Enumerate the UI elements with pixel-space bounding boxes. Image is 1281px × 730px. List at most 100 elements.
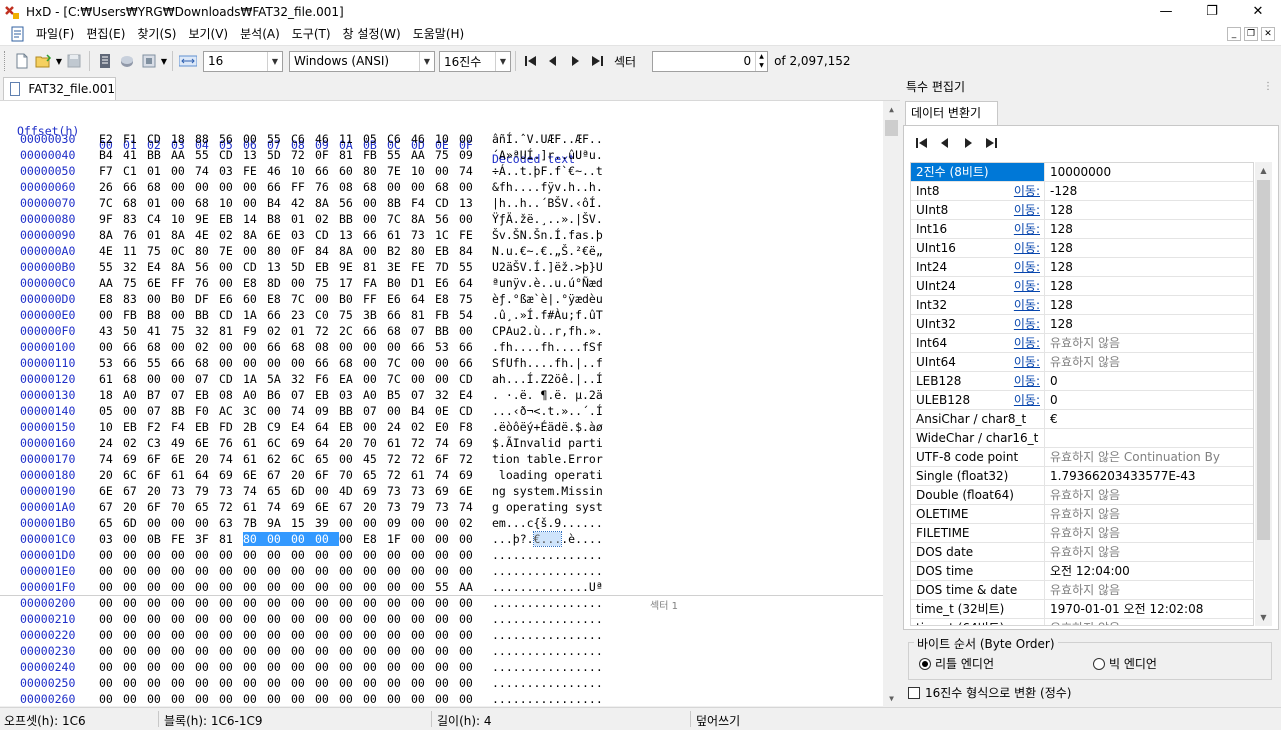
prev-icon[interactable]: [937, 134, 952, 152]
mdi-restore-button[interactable]: ❐: [1244, 27, 1258, 41]
row-decoded-text[interactable]: ................: [492, 596, 603, 610]
mdi-close-button[interactable]: ✕: [1261, 27, 1275, 41]
sector-spinner[interactable]: ▲ ▼: [755, 51, 767, 71]
row-decoded-text[interactable]: ah...Í.Z2öê.|..Í: [492, 372, 603, 386]
inspector-row[interactable]: WideChar / char16_t: [911, 429, 1253, 448]
row-decoded-text[interactable]: |h..h..´BŠV.‹ôÍ.: [492, 196, 603, 210]
toolbar-grip[interactable]: [4, 51, 7, 71]
prev-sector-icon[interactable]: [542, 50, 564, 72]
inspector-value[interactable]: 1970-01-01 오전 12:02:08: [1045, 600, 1253, 618]
row-decoded-text[interactable]: ................: [492, 612, 603, 626]
goto-link[interactable]: 이동:: [1014, 182, 1040, 200]
row-hex-bytes[interactable]: 55 32 E4 8A 56 00 CD 13 5D EB 9E 81 3E FE 7D 55: [99, 260, 483, 274]
chevron-down-icon[interactable]: ▼: [419, 51, 434, 71]
inspector-value[interactable]: 유효하지 않음: [1045, 543, 1253, 561]
inspector-value[interactable]: 유효하지 않음: [1045, 505, 1253, 523]
inspector-row[interactable]: 2진수 (8비트) 10000000: [911, 163, 1253, 182]
row-decoded-text[interactable]: Šv.ŠN.Šn.Í.fas.þ: [492, 228, 603, 242]
goto-link[interactable]: 이동:: [1014, 372, 1040, 390]
inspector-value[interactable]: €: [1045, 410, 1253, 428]
menu-search[interactable]: 찾기(S): [131, 23, 182, 46]
inspector-value[interactable]: 10000000: [1045, 163, 1253, 181]
inspector-row[interactable]: UInt8 이동: 128: [911, 201, 1253, 220]
inspector-value[interactable]: [1045, 429, 1253, 447]
row-decoded-text[interactable]: .ëòôëý+Éädë.$.àø: [492, 420, 603, 434]
hex-editor[interactable]: Offset(h) 00 01 02 03 04 05 06 07 08 09 0A 0B 0C 0D 0E…: [0, 100, 900, 707]
row-hex-bytes[interactable]: 00 00 00 00 00 00 00 00 00 00 00 00 00 00 00 00: [99, 628, 483, 642]
inspector-row[interactable]: Int8 이동: -128: [911, 182, 1253, 201]
inspector-row[interactable]: UInt24 이동: 128: [911, 277, 1253, 296]
inspector-row[interactable]: AnsiChar / char8_t €: [911, 410, 1253, 429]
row-decoded-text[interactable]: ................: [492, 564, 603, 578]
scroll-up-icon[interactable]: ▲: [1255, 162, 1272, 179]
row-decoded-text[interactable]: .û¸.»Í.f#Àu;f.ûT: [492, 308, 603, 322]
row-hex-bytes[interactable]: 8A 76 01 8A 4E 02 8A 6E 03 CD 13 66 61 73 1C FE: [99, 228, 483, 242]
inspector-value[interactable]: 유효하지 않은 Continuation By: [1045, 448, 1253, 466]
row-decoded-text[interactable]: g operating syst: [492, 500, 603, 514]
row-hex-bytes[interactable]: 53 66 55 66 68 00 00 00 00 66 68 00 7C 00 00 66: [99, 356, 483, 370]
row-decoded-text[interactable]: . ·.ë. ¶.ë. µ.2ä: [492, 388, 603, 402]
checkbox-icon[interactable]: [908, 686, 920, 699]
big-endian-radio[interactable]: 빅 엔디언: [1093, 655, 1157, 672]
inspector-row[interactable]: DOS time & date 유효하지 않음: [911, 581, 1253, 600]
disk-icon[interactable]: [116, 50, 138, 72]
goto-link[interactable]: 이동:: [1014, 353, 1040, 371]
next-sector-icon[interactable]: [564, 50, 586, 72]
row-hex-bytes[interactable]: AA 75 6E FF 76 00 E8 8D 00 75 17 FA B0 D1 E6 64: [99, 276, 483, 290]
minimize-button[interactable]: —: [1143, 0, 1189, 23]
row-decoded-text[interactable]: âñÍ.ˆV.UÆF..ÆF..: [492, 132, 603, 146]
row-decoded-text[interactable]: ÷Á..t.þF.f`€~..t: [492, 164, 603, 178]
inspector-row[interactable]: Double (float64) 유효하지 않음: [911, 486, 1253, 505]
goto-link[interactable]: 이동:: [1014, 239, 1040, 257]
last-sector-icon[interactable]: [586, 50, 608, 72]
hex-vertical-scrollbar[interactable]: ▲ ▼: [883, 101, 900, 707]
inspector-row[interactable]: LEB128 이동: 0: [911, 372, 1253, 391]
close-button[interactable]: ✕: [1235, 0, 1281, 23]
row-hex-bytes[interactable]: B4 41 BB AA 55 CD 13 5D 72 0F 81 FB 55 AA 75 09: [99, 148, 483, 162]
row-hex-bytes[interactable]: 00 00 00 00 00 00 00 00 00 00 00 00 00 00 00 00: [99, 548, 483, 562]
menu-view[interactable]: 보기(V): [182, 23, 234, 46]
tab-fat32-file[interactable]: FAT32_file.001: [3, 77, 116, 100]
next-icon[interactable]: [960, 134, 975, 152]
menu-window[interactable]: 창 설정(W): [337, 23, 407, 46]
little-endian-radio[interactable]: 리틀 엔디언: [919, 655, 994, 672]
inspector-value[interactable]: 유효하지 않음: [1045, 353, 1253, 371]
memory-dropdown-icon[interactable]: ▼: [160, 50, 168, 72]
row-hex-bytes[interactable]: 26 66 68 00 00 00 00 66 FF 76 08 68 00 00 68 00: [99, 180, 483, 194]
row-decoded-text[interactable]: ................: [492, 692, 603, 706]
row-hex-bytes[interactable]: 24 02 C3 49 6E 76 61 6C 69 64 20 70 61 72 74 69: [99, 436, 483, 450]
inspector-value[interactable]: 128: [1045, 258, 1253, 276]
menu-file[interactable]: 파일(F): [30, 23, 80, 46]
row-hex-bytes[interactable]: 67 20 6F 70 65 72 61 74 69 6E 67 20 73 79 73 74: [99, 500, 483, 514]
goto-link[interactable]: 이동:: [1014, 201, 1040, 219]
panel-grip[interactable]: ⋮: [1263, 76, 1273, 98]
row-decoded-text[interactable]: tion table.Error: [492, 452, 603, 466]
row-decoded-text[interactable]: ................: [492, 628, 603, 642]
inspector-row[interactable]: Int24 이동: 128: [911, 258, 1253, 277]
open-dropdown-icon[interactable]: ▼: [55, 50, 63, 72]
inspector-value[interactable]: 유효하지 않음: [1045, 486, 1253, 504]
last-icon[interactable]: [983, 134, 998, 152]
save-icon[interactable]: [63, 50, 85, 72]
inspector-value[interactable]: 128: [1045, 239, 1253, 257]
goto-link[interactable]: 이동:: [1014, 315, 1040, 333]
inspector-row[interactable]: FILETIME 유효하지 않음: [911, 524, 1253, 543]
radio-unselected-icon[interactable]: [1093, 657, 1105, 670]
maximize-button[interactable]: ❐: [1189, 0, 1235, 23]
inspector-value[interactable]: 0: [1045, 391, 1253, 409]
inspector-row[interactable]: Int32 이동: 128: [911, 296, 1253, 315]
inspector-value[interactable]: 유효하지 않음: [1045, 619, 1253, 625]
inspector-scrollbar[interactable]: ▲ ▼: [1255, 162, 1272, 626]
row-decoded-text[interactable]: ...‹ð¬<.t.»..´.Í: [492, 404, 603, 418]
sector-input[interactable]: 0 ▲ ▼: [652, 50, 769, 72]
menu-analysis[interactable]: 분석(A): [234, 23, 286, 46]
scroll-thumb[interactable]: [1257, 180, 1270, 540]
goto-link[interactable]: 이동:: [1014, 334, 1040, 352]
row-hex-bytes[interactable]: 00 00 00 00 00 00 00 00 00 00 00 00 00 00 00 00: [99, 612, 483, 626]
row-decoded-text[interactable]: ng system.Missin: [492, 484, 603, 498]
row-hex-bytes[interactable]: 00 00 00 00 00 00 00 00 00 00 00 00 00 00 00 00: [99, 644, 483, 658]
row-decoded-text[interactable]: $.ÃInvalid parti: [492, 436, 603, 450]
menu-help[interactable]: 도움말(H): [407, 23, 471, 46]
row-hex-bytes[interactable]: 03 00 0B FE 3F 81 80 00 00 00 00 E8 1F 00 00 00: [99, 532, 483, 546]
row-hex-bytes[interactable]: E2 F1 CD 18 88 56 00 55 C6 46 11 05 C6 46 10 00: [99, 132, 483, 146]
